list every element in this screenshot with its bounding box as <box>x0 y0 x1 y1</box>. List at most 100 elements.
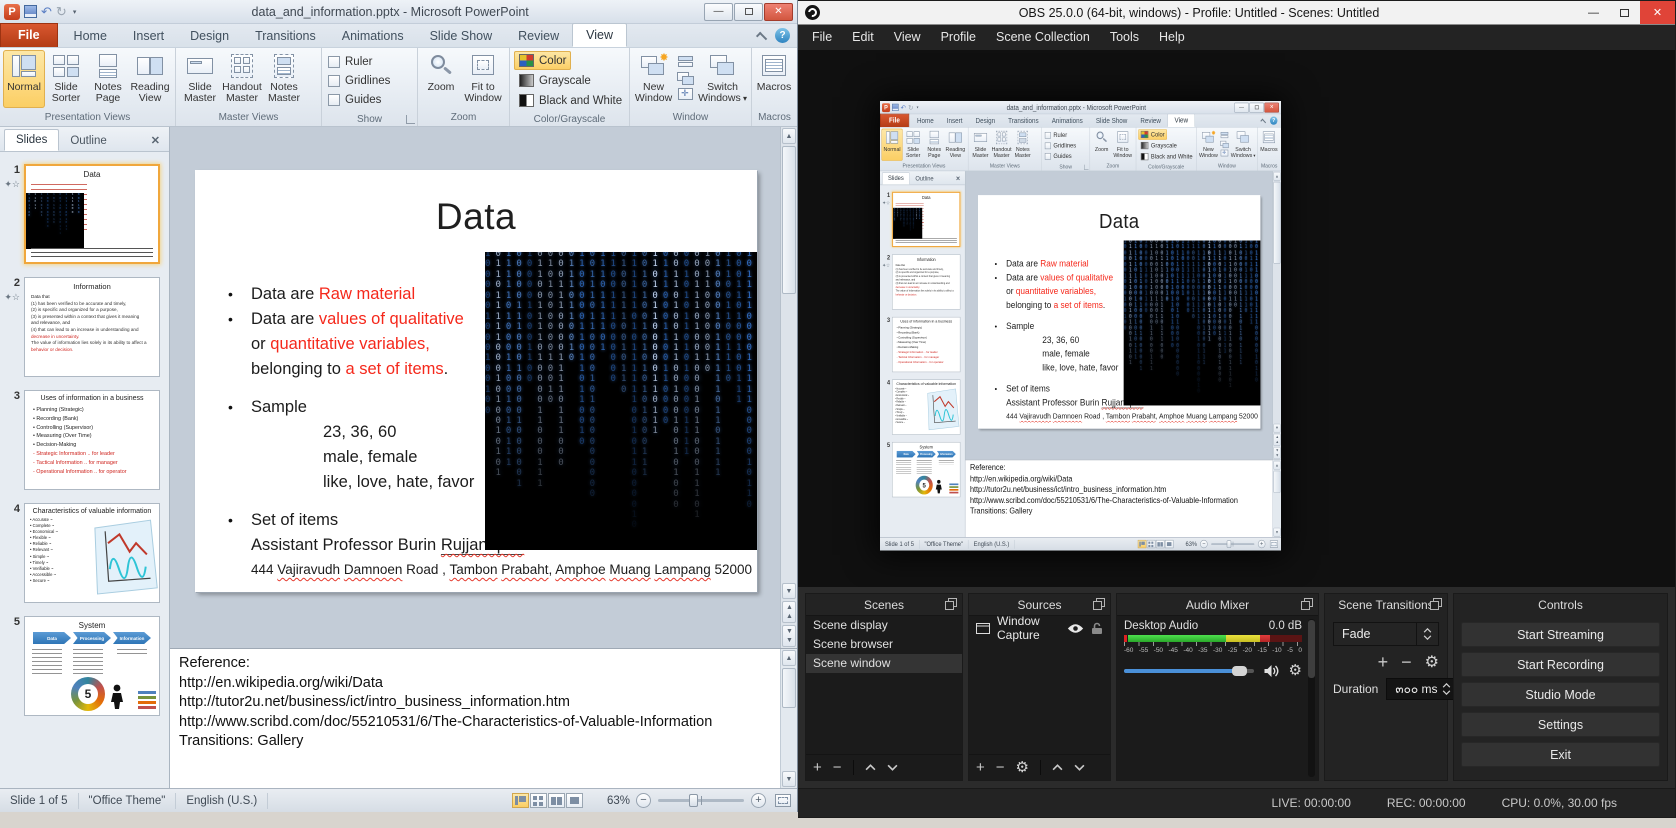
remove-scene-icon[interactable]: − <box>833 760 842 775</box>
guides-checkbox[interactable]: Guides <box>328 90 381 109</box>
tab-review[interactable]: Review <box>505 25 572 47</box>
speaker-icon[interactable] <box>1263 664 1280 678</box>
scroll-down-icon[interactable]: ▼ <box>1273 528 1280 537</box>
menu-edit[interactable]: Edit <box>842 25 884 50</box>
slide-sorter-button[interactable]: Slide Sorter <box>45 50 87 108</box>
scrollbar-thumb[interactable] <box>782 146 796 294</box>
slide-thumbnail-1[interactable]: 1✦☆ Data 1 1 1 0 0 1 0 0 1 0 1 1 0 0 1 1… <box>2 164 165 264</box>
theme-indicator[interactable]: "Office Theme" <box>79 793 177 809</box>
minimize-ribbon-icon[interactable] <box>756 31 767 42</box>
slide-master-button[interactable]: Slide Master <box>179 50 221 108</box>
arrange-all-icon[interactable] <box>1220 132 1229 139</box>
tab-design[interactable]: Design <box>177 25 242 47</box>
slide-thumbnail-1[interactable]: 1✦☆ Data 1 1 1 0 0 1 0 0 1 0 1 1 0 0 1 1… <box>881 192 963 247</box>
menu-tools[interactable]: Tools <box>1100 25 1149 50</box>
notes-pane[interactable]: Reference:http://en.wikipedia.org/wiki/D… <box>170 648 797 788</box>
close-button[interactable]: ✕ <box>1640 1 1675 24</box>
notes-master-button[interactable]: Notes Master <box>1012 129 1033 161</box>
remove-source-icon[interactable]: − <box>996 760 1005 775</box>
tab-view[interactable]: View <box>572 23 627 47</box>
notes-scrollbar[interactable]: ▲ ▼ <box>1272 460 1281 537</box>
move-source-down-icon[interactable] <box>1074 764 1085 771</box>
scroll-up-icon[interactable]: ▲ <box>1273 461 1280 470</box>
mixer-gear-icon[interactable]: ⚙ <box>1289 663 1302 678</box>
spinbox-arrows-icon[interactable] <box>1438 683 1455 695</box>
zoom-out-button[interactable]: − <box>1200 540 1208 548</box>
black-and-white-button[interactable]: Black and White <box>514 91 627 110</box>
normal-view-status-icon[interactable] <box>512 793 529 808</box>
handout-master-button[interactable]: Handout Master <box>991 129 1012 161</box>
previous-slide-button[interactable]: ▲▲ <box>782 601 796 623</box>
ruler-checkbox[interactable]: Ruler <box>1045 130 1067 141</box>
scroll-up-icon[interactable]: ▲ <box>782 650 796 666</box>
reading-view-button[interactable]: Reading View <box>129 50 171 108</box>
volume-slider[interactable] <box>1124 669 1254 673</box>
slide-title[interactable]: Data <box>978 209 1260 232</box>
notes-page-button[interactable]: Notes Page <box>924 129 945 161</box>
help-icon[interactable]: ? <box>775 28 790 43</box>
powerpoint-logo-icon[interactable]: P <box>4 4 20 20</box>
arrange-all-icon[interactable] <box>677 56 694 69</box>
add-source-icon[interactable]: + <box>976 760 985 775</box>
minimize-button[interactable]: — <box>1234 102 1249 112</box>
slide-sorter-status-icon[interactable] <box>1147 540 1156 548</box>
zoom-button[interactable]: Zoom <box>421 50 461 108</box>
popout-dock-icon[interactable] <box>1093 598 1105 610</box>
language-indicator[interactable]: English (U.S.) <box>176 793 268 809</box>
tab-slide-show[interactable]: Slide Show <box>1089 115 1133 127</box>
popout-dock-icon[interactable] <box>945 598 957 610</box>
close-button[interactable]: ✕ <box>1264 102 1279 112</box>
scroll-up-icon[interactable]: ▲ <box>782 128 796 144</box>
tab-review[interactable]: Review <box>1134 115 1168 127</box>
volume-slider-handle[interactable] <box>1232 666 1247 676</box>
tab-view[interactable]: View <box>1168 114 1196 127</box>
slide-canvas[interactable]: Data •Data are Raw material•Data are val… <box>195 170 757 592</box>
redo-icon[interactable]: ↻ <box>56 5 67 18</box>
fit-to-window-button[interactable]: Fit to Window <box>461 50 505 108</box>
normal-view-button[interactable]: Normal <box>882 129 903 161</box>
slide-thumbnail-3[interactable]: 3 Uses of information in a business • Pl… <box>2 390 165 490</box>
cascade-windows-icon[interactable] <box>1220 141 1229 148</box>
tab-home[interactable]: Home <box>61 25 120 47</box>
add-transition-icon[interactable]: + <box>1378 655 1389 670</box>
slide-master-button[interactable]: Slide Master <box>970 129 991 161</box>
menu-view[interactable]: View <box>884 25 931 50</box>
notes-scrollbar[interactable]: ▲ ▼ <box>780 649 797 788</box>
tab-animations[interactable]: Animations <box>1045 115 1089 127</box>
zoom-slider-thumb[interactable] <box>689 794 698 807</box>
grayscale-button[interactable]: Grayscale <box>1138 140 1179 151</box>
handout-master-button[interactable]: Handout Master <box>221 50 263 108</box>
visibility-eye-icon[interactable] <box>1067 623 1084 634</box>
color-button[interactable]: Color <box>1138 129 1167 140</box>
scene-item-selected[interactable]: Scene window <box>806 654 962 673</box>
slide-thumbnail-2[interactable]: 2✦☆ Information Data that(1) has been ve… <box>881 254 963 309</box>
scrollbar-thumb[interactable] <box>1273 182 1280 264</box>
tab-transitions[interactable]: Transitions <box>242 25 329 47</box>
scene-item[interactable]: Scene display <box>806 616 962 635</box>
slide-show-status-icon[interactable] <box>1165 540 1174 548</box>
color-button[interactable]: Color <box>514 51 571 70</box>
save-icon[interactable] <box>892 104 899 111</box>
minimize-button[interactable]: — <box>704 3 733 21</box>
reading-view-status-icon[interactable] <box>1156 540 1165 548</box>
notes-pane[interactable]: Reference:http://en.wikipedia.org/wiki/D… <box>965 460 1281 537</box>
show-dialog-launcher-icon[interactable] <box>1084 165 1089 170</box>
notes-page-button[interactable]: Notes Page <box>87 50 129 108</box>
zoom-slider[interactable] <box>658 799 744 802</box>
next-slide-button[interactable]: ▼▼ <box>1273 447 1280 459</box>
move-source-up-icon[interactable] <box>1052 764 1063 771</box>
outline-tab[interactable]: Outline <box>59 131 117 151</box>
maximize-button[interactable] <box>734 3 763 21</box>
slide-thumbnail-5[interactable]: 5 System Data Processing Information 5 <box>2 616 165 716</box>
cascade-windows-icon[interactable] <box>677 72 694 85</box>
guides-checkbox[interactable]: Guides <box>1045 151 1072 162</box>
zoom-in-button[interactable]: + <box>751 793 766 808</box>
language-indicator[interactable]: English (U.S.) <box>969 540 1015 549</box>
minimize-ribbon-icon[interactable] <box>1260 118 1266 124</box>
undo-icon[interactable]: ↶ <box>901 104 906 111</box>
maximize-button[interactable] <box>1609 1 1640 24</box>
notes-text[interactable]: Reference:http://en.wikipedia.org/wiki/D… <box>179 654 775 786</box>
slide-number-indicator[interactable]: Slide 1 of 5 <box>880 540 919 549</box>
slide-body-text[interactable]: •Data are Raw material•Data are values o… <box>225 282 485 582</box>
fit-to-window-button[interactable]: Fit to Window <box>1112 129 1134 161</box>
